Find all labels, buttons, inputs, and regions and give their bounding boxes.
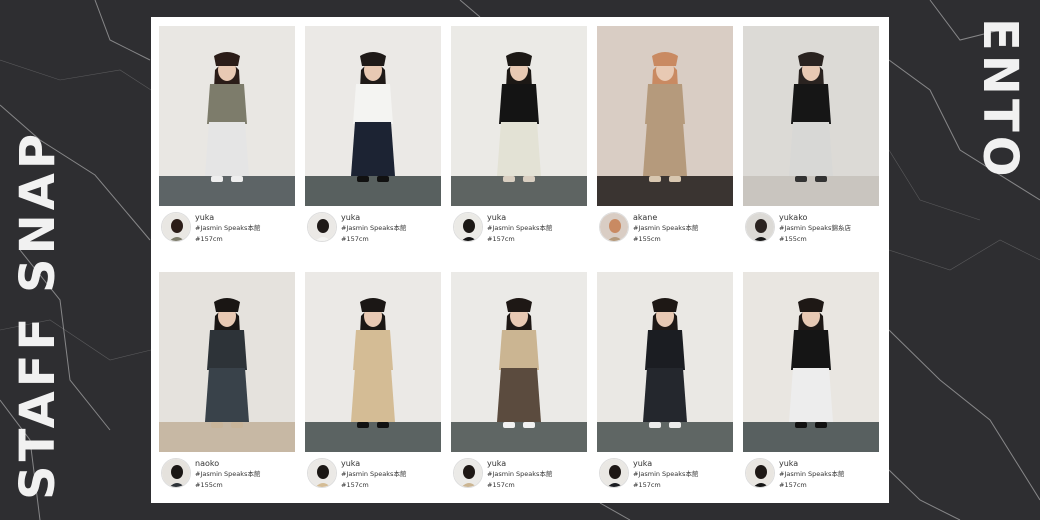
height-tag[interactable]: #155cm (779, 234, 879, 245)
shop-tag[interactable]: #Jasmin Speaks錦糸店 (779, 223, 879, 234)
snap-meta: akane #Jasmin Speaks本館 #155cm (633, 212, 733, 245)
height-tag[interactable]: #157cm (341, 234, 441, 245)
height-tag[interactable]: #157cm (487, 234, 587, 245)
height-tag[interactable]: #157cm (195, 234, 295, 245)
avatar[interactable] (161, 212, 191, 242)
snap-meta: yuka #Jasmin Speaks本館 #157cm (633, 458, 733, 491)
shop-tag[interactable]: #Jasmin Speaks本館 (633, 223, 733, 234)
avatar[interactable] (307, 458, 337, 488)
snap-meta: yuka #Jasmin Speaks本館 #157cm (487, 458, 587, 491)
staff-snap-title: STAFF SNAP (10, 129, 66, 500)
staff-name[interactable]: yuka (341, 458, 441, 469)
snap-meta: yuka #Jasmin Speaks本館 #157cm (487, 212, 587, 245)
ento-title: ENTO (972, 18, 1028, 181)
snap-photo[interactable] (451, 26, 587, 206)
height-tag[interactable]: #157cm (633, 480, 733, 491)
height-tag[interactable]: #157cm (341, 480, 441, 491)
snap-photo[interactable] (159, 272, 295, 452)
snap-photo[interactable] (743, 272, 879, 452)
snap-meta: yuka #Jasmin Speaks本館 #157cm (195, 212, 295, 245)
snap-photo[interactable] (743, 26, 879, 206)
shop-tag[interactable]: #Jasmin Speaks本館 (341, 469, 441, 480)
avatar[interactable] (745, 212, 775, 242)
staff-name[interactable]: akane (633, 212, 733, 223)
height-tag[interactable]: #157cm (779, 480, 879, 491)
snap-meta: yukako #Jasmin Speaks錦糸店 #155cm (779, 212, 879, 245)
height-tag[interactable]: #155cm (633, 234, 733, 245)
staff-name[interactable]: yuka (487, 212, 587, 223)
snap-photo[interactable] (305, 272, 441, 452)
height-tag[interactable]: #157cm (487, 480, 587, 491)
staff-name[interactable]: yuka (779, 458, 879, 469)
snap-meta: yuka #Jasmin Speaks本館 #157cm (779, 458, 879, 491)
avatar[interactable] (161, 458, 191, 488)
staff-name[interactable]: yukako (779, 212, 879, 223)
avatar[interactable] (745, 458, 775, 488)
snap-photo[interactable] (159, 26, 295, 206)
snap-grid-panel: yuka #Jasmin Speaks本館 #157cm yuka #Jasmi… (151, 17, 889, 503)
staff-name[interactable]: yuka (341, 212, 441, 223)
snap-photo[interactable] (597, 272, 733, 452)
shop-tag[interactable]: #Jasmin Speaks本館 (779, 469, 879, 480)
staff-name[interactable]: yuka (195, 212, 295, 223)
height-tag[interactable]: #155cm (195, 480, 295, 491)
snap-meta: yuka #Jasmin Speaks本館 #157cm (341, 212, 441, 245)
shop-tag[interactable]: #Jasmin Speaks本館 (487, 469, 587, 480)
avatar[interactable] (453, 458, 483, 488)
staff-name[interactable]: yuka (633, 458, 733, 469)
staff-name[interactable]: naoko (195, 458, 295, 469)
shop-tag[interactable]: #Jasmin Speaks本館 (633, 469, 733, 480)
shop-tag[interactable]: #Jasmin Speaks本館 (195, 223, 295, 234)
shop-tag[interactable]: #Jasmin Speaks本館 (487, 223, 587, 234)
avatar[interactable] (599, 212, 629, 242)
staff-name[interactable]: yuka (487, 458, 587, 469)
snap-meta: yuka #Jasmin Speaks本館 #157cm (341, 458, 441, 491)
avatar[interactable] (599, 458, 629, 488)
shop-tag[interactable]: #Jasmin Speaks本館 (195, 469, 295, 480)
avatar[interactable] (453, 212, 483, 242)
avatar[interactable] (307, 212, 337, 242)
snap-meta: naoko #Jasmin Speaks本館 #155cm (195, 458, 295, 491)
snap-photo[interactable] (597, 26, 733, 206)
snap-photo[interactable] (305, 26, 441, 206)
shop-tag[interactable]: #Jasmin Speaks本館 (341, 223, 441, 234)
snap-photo[interactable] (451, 272, 587, 452)
